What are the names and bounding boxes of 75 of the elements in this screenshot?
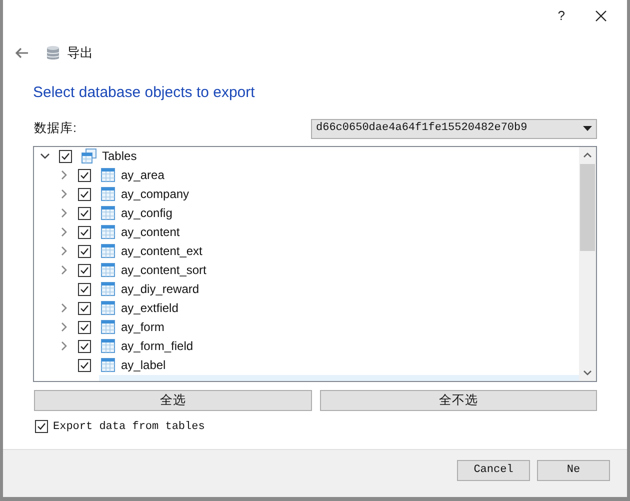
table-icon [100, 243, 116, 259]
database-icon [46, 45, 60, 61]
checkbox[interactable] [78, 358, 91, 372]
checkbox[interactable] [78, 282, 91, 296]
table-icon [100, 281, 116, 297]
select-none-button[interactable]: 全不选 [320, 390, 597, 410]
tree-item-label[interactable]: Tables [102, 147, 137, 165]
table-icon [100, 319, 116, 335]
checkbox[interactable] [78, 168, 91, 182]
chevron-right-icon[interactable] [59, 303, 69, 313]
tree-item-label[interactable]: ay_config [121, 204, 172, 222]
tree-item-label[interactable]: ay_form [121, 318, 164, 336]
tree-item-label[interactable]: ay_area [121, 166, 164, 184]
checkbox[interactable] [78, 264, 91, 276]
table-icon [100, 357, 116, 373]
table-icon [100, 186, 116, 202]
tree-row[interactable]: ay_content_sort [34, 260, 579, 280]
checkbox[interactable] [59, 150, 72, 162]
tree-row[interactable]: ay_config [34, 204, 579, 222]
tables-icon [81, 148, 97, 164]
table-icon [100, 205, 116, 221]
checkbox[interactable] [78, 340, 91, 352]
cancel-button[interactable]: Cancel [457, 460, 530, 481]
tree-item-label[interactable]: ay_label [121, 356, 166, 374]
tree-item-label[interactable]: ay_form_field [121, 337, 194, 355]
export-data-label[interactable]: Export data from tables [53, 418, 205, 435]
table-icon [100, 167, 116, 183]
checkbox[interactable] [78, 320, 91, 334]
tree-row[interactable]: ay_company [34, 184, 579, 204]
tree-row[interactable]: ay_area [34, 166, 579, 184]
tree-row[interactable]: ay_form_field [34, 336, 579, 356]
chevron-right-icon[interactable] [59, 189, 69, 199]
tree-item-label[interactable]: ay_content [121, 223, 180, 241]
tree-item-label[interactable]: ay_extfield [121, 299, 178, 317]
checkbox[interactable] [78, 302, 91, 314]
database-label: 数据库: [33, 120, 76, 138]
tree-row[interactable]: ay_label [34, 356, 579, 374]
table-icon [100, 262, 116, 278]
chevron-down-icon[interactable] [40, 151, 50, 161]
tree-row[interactable]: ay_extfield [34, 298, 579, 318]
select-all-button[interactable]: 全选 [34, 390, 312, 410]
database-dropdown[interactable]: d66c0650dae4a64f1fe15520482e70b9 [311, 118, 597, 138]
scrollbar-thumb[interactable] [580, 164, 595, 250]
help-button[interactable]: ? [558, 6, 565, 26]
scrollbar[interactable] [579, 146, 596, 380]
chevron-right-icon[interactable] [59, 227, 69, 237]
window-title: 导出 [67, 44, 93, 62]
chevron-right-icon[interactable] [59, 208, 69, 218]
close-icon[interactable] [595, 10, 607, 22]
chevron-right-icon[interactable] [59, 322, 69, 332]
next-button[interactable]: Ne [537, 460, 610, 481]
checkbox[interactable] [78, 226, 91, 238]
tree-row[interactable]: ay_form [34, 318, 579, 336]
chevron-right-icon[interactable] [59, 170, 69, 180]
checkbox[interactable] [78, 188, 91, 200]
chevron-right-icon[interactable] [59, 265, 69, 275]
checkbox[interactable] [78, 206, 91, 220]
tree-row[interactable]: ay_diy_reward [34, 280, 579, 298]
chevron-right-icon[interactable] [59, 246, 69, 256]
chevron-right-icon[interactable] [59, 341, 69, 351]
back-arrow-icon[interactable] [15, 47, 29, 59]
checkbox[interactable] [78, 244, 91, 258]
table-icon [100, 300, 116, 316]
checkbox[interactable] [35, 420, 48, 434]
tree-item-label[interactable]: ay_content_sort [121, 261, 206, 279]
table-icon [100, 224, 116, 240]
page-heading: Select database objects to export [33, 83, 256, 103]
tree-item-label[interactable]: ay_company [121, 185, 190, 203]
table-icon [100, 338, 116, 354]
tree-item-label[interactable]: ay_diy_reward [121, 280, 200, 298]
tree-row[interactable]: ay_content [34, 222, 579, 242]
tree-row[interactable]: Tables [34, 146, 579, 166]
dropdown-caret-icon [583, 126, 592, 131]
tree-item-label[interactable]: ay_content_ext [121, 242, 202, 260]
tree-row[interactable]: ay_content_ext [34, 242, 579, 260]
